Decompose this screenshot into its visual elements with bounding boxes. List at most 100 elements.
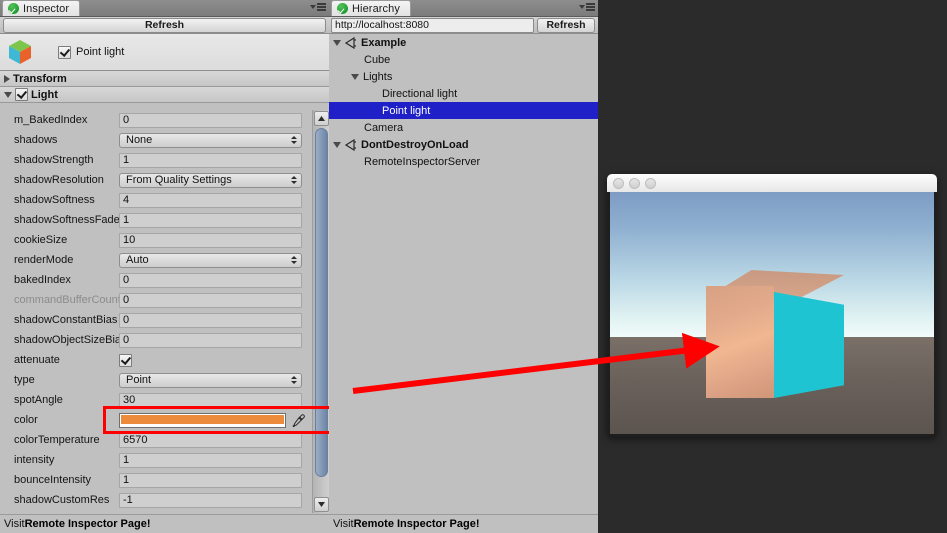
- component-title: Light: [31, 88, 58, 101]
- hierarchy-item-label: Cube: [364, 53, 391, 66]
- property-input[interactable]: 1: [119, 452, 302, 468]
- tab-inspector-label: Inspector: [23, 2, 70, 15]
- game-preview-window: [607, 174, 937, 437]
- hierarchy-item[interactable]: RemoteInspectorServer: [329, 153, 598, 170]
- property-value: 1: [123, 473, 130, 486]
- server-url-input[interactable]: [331, 17, 534, 33]
- property-row: type Point: [0, 370, 312, 390]
- property-value: 0: [123, 273, 130, 286]
- property-input[interactable]: 0: [119, 332, 302, 348]
- hierarchy-tree: Example Cube Lights Directional light Point …: [329, 34, 598, 513]
- hierarchy-item[interactable]: Directional light: [329, 85, 598, 102]
- property-input[interactable]: 10: [119, 232, 302, 248]
- property-row: cookieSize 10: [0, 230, 312, 250]
- property-row: shadowObjectSizeBias 0: [0, 330, 312, 350]
- component-header-transform[interactable]: Transform: [0, 71, 329, 87]
- property-row: bounceIntensity 1: [0, 470, 312, 490]
- inspector-object-header: Point light: [0, 34, 329, 71]
- property-label: spotAngle: [14, 394, 63, 406]
- preview-window-titlebar: [607, 174, 937, 192]
- hamburger-icon: [586, 3, 595, 11]
- property-input[interactable]: 0: [119, 112, 302, 128]
- property-dropdown[interactable]: None: [119, 132, 302, 148]
- hierarchy-refresh-button[interactable]: Refresh: [537, 17, 595, 33]
- property-label: shadowStrength: [14, 154, 94, 166]
- hierarchy-item-label: DontDestroyOnLoad: [361, 138, 469, 151]
- property-label: attenuate: [14, 354, 60, 366]
- scroll-down-button[interactable]: [314, 497, 329, 512]
- hierarchy-panel-menu-icon[interactable]: [579, 3, 595, 11]
- cube-right-face: [774, 292, 844, 398]
- close-dot-icon[interactable]: [613, 177, 624, 189]
- inspector-panel-menu-icon[interactable]: [310, 3, 326, 11]
- property-input[interactable]: 0.05: [119, 512, 302, 513]
- app-root: Inspector Refresh Point light Transform …: [0, 0, 947, 533]
- inspector-tabbar: Inspector: [0, 0, 329, 17]
- property-row: renderMode Auto: [0, 250, 312, 270]
- eyedropper-icon[interactable]: [290, 413, 306, 427]
- inspector-footer-link[interactable]: Remote Inspector Page!: [25, 518, 151, 530]
- dropdown-arrows-icon: [291, 375, 297, 384]
- property-input[interactable]: -1: [119, 492, 302, 508]
- tab-hierarchy[interactable]: Hierarchy: [331, 0, 411, 16]
- component-enabled-checkbox[interactable]: [15, 88, 28, 101]
- inspector-refresh-button[interactable]: Refresh: [3, 17, 326, 33]
- property-value: [119, 353, 312, 367]
- property-dropdown[interactable]: Point: [119, 372, 302, 388]
- minimize-dot-icon[interactable]: [629, 177, 640, 189]
- chevron-down-icon[interactable]: [333, 39, 341, 46]
- hierarchy-item[interactable]: Lights: [329, 68, 598, 85]
- property-input[interactable]: 4: [119, 192, 302, 208]
- property-dropdown[interactable]: From Quality Settings: [119, 172, 302, 188]
- property-label: shadowSoftness: [14, 194, 95, 206]
- hierarchy-footer: Visit Remote Inspector Page!: [329, 514, 598, 533]
- property-label: shadowSoftnessFade: [14, 214, 119, 226]
- scrollbar-thumb[interactable]: [315, 128, 328, 477]
- property-input[interactable]: 0: [119, 272, 302, 288]
- property-dropdown[interactable]: Auto: [119, 252, 302, 268]
- property-value: 6570: [123, 433, 148, 446]
- property-row: shadows None: [0, 130, 312, 150]
- hierarchy-footer-link[interactable]: Remote Inspector Page!: [354, 518, 480, 530]
- chevron-right-icon[interactable]: [4, 74, 10, 83]
- green-check-circle-icon: [8, 3, 19, 14]
- chevron-down-icon[interactable]: [351, 73, 359, 80]
- chevron-down-icon[interactable]: [4, 91, 12, 98]
- property-label: m_BakedIndex: [14, 114, 88, 126]
- property-value: 0: [123, 113, 130, 126]
- hierarchy-tabbar: Hierarchy: [329, 0, 598, 17]
- property-input[interactable]: 1: [119, 152, 302, 168]
- hierarchy-item[interactable]: Camera: [329, 119, 598, 136]
- inspector-footer: Visit Remote Inspector Page!: [0, 514, 329, 533]
- zoom-dot-icon[interactable]: [645, 177, 656, 189]
- hierarchy-item-label: Camera: [364, 121, 404, 134]
- property-row: shadowCustomRes -1: [0, 490, 312, 510]
- property-input[interactable]: 1: [119, 212, 302, 228]
- property-row: bakedIndex 0: [0, 270, 312, 290]
- property-input[interactable]: 0: [119, 312, 302, 328]
- chevron-down-icon: [310, 4, 316, 9]
- property-input[interactable]: 6570: [119, 432, 302, 448]
- chevron-down-icon: [579, 4, 585, 9]
- property-input[interactable]: 0: [119, 292, 302, 308]
- property-input[interactable]: 30: [119, 392, 302, 408]
- inspector-scrollbar[interactable]: [312, 110, 329, 513]
- scroll-up-button[interactable]: [314, 111, 329, 126]
- property-input[interactable]: 1: [119, 472, 302, 488]
- property-value: None: [126, 133, 153, 146]
- property-label: shadowCustomRes: [14, 494, 110, 506]
- tab-inspector[interactable]: Inspector: [2, 0, 81, 16]
- hierarchy-item[interactable]: Point light: [329, 102, 598, 119]
- chevron-down-icon[interactable]: [333, 141, 341, 148]
- hierarchy-item[interactable]: DontDestroyOnLoad: [329, 136, 598, 153]
- scene-icon: [344, 138, 357, 151]
- property-value: 10: [123, 233, 136, 246]
- object-enabled-checkbox[interactable]: [58, 45, 71, 59]
- hierarchy-item-label: Example: [361, 36, 407, 49]
- property-label: cookieSize: [14, 234, 68, 246]
- color-swatch[interactable]: [119, 412, 286, 428]
- component-header-light[interactable]: Light: [0, 87, 329, 103]
- property-checkbox[interactable]: [119, 353, 132, 367]
- hierarchy-item[interactable]: Cube: [329, 51, 598, 68]
- hierarchy-item[interactable]: Example: [329, 34, 598, 51]
